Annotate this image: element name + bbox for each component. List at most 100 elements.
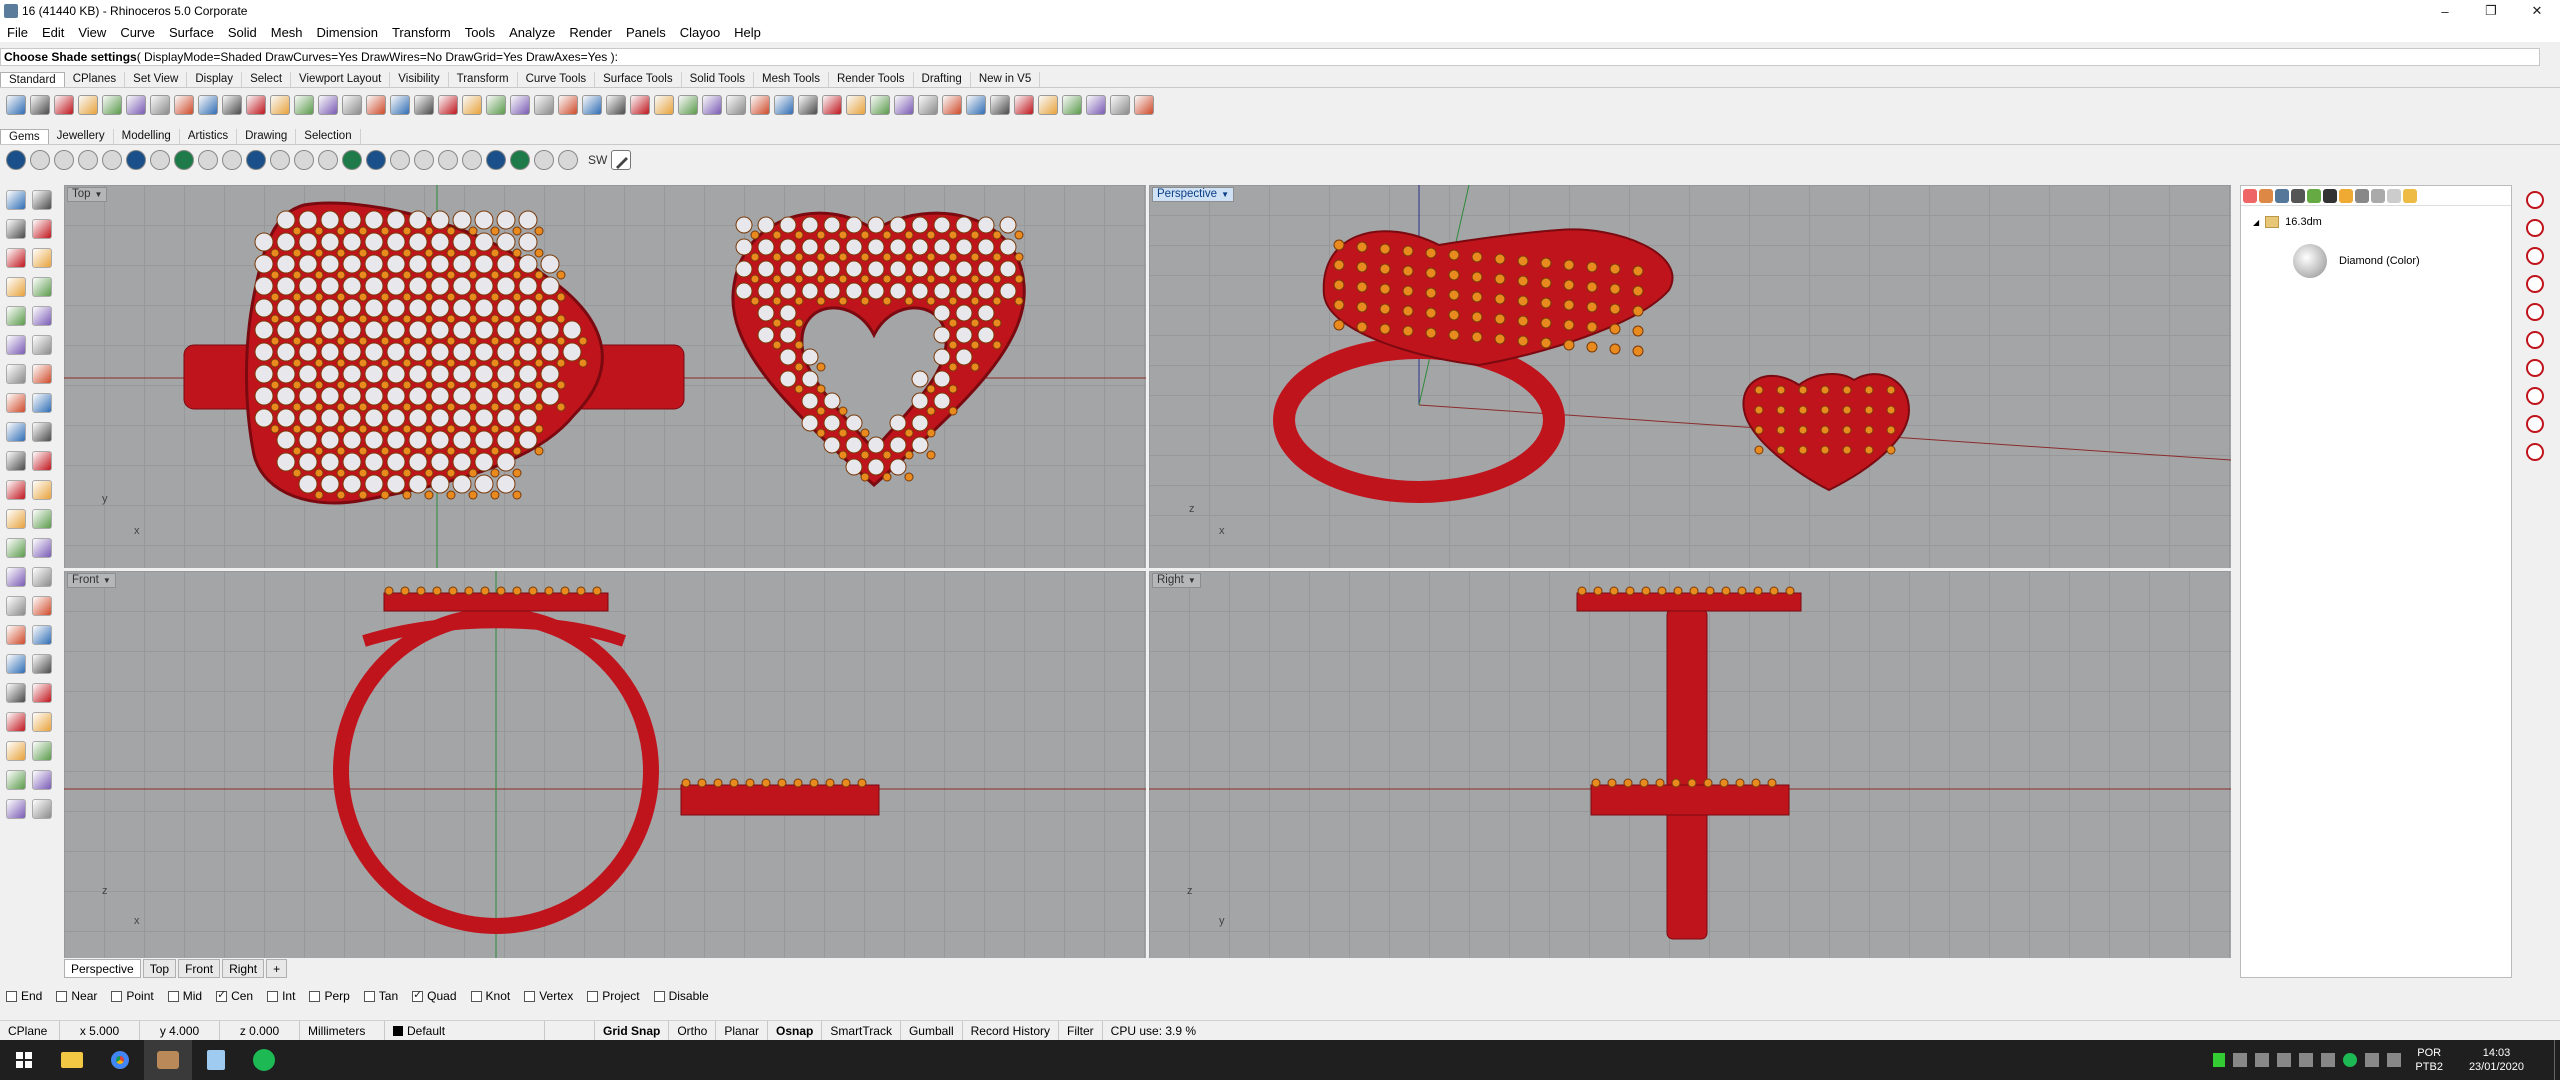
view-tab-perspective[interactable]: Perspective [64, 958, 141, 978]
toolbar-tool-icon[interactable] [270, 95, 290, 115]
toolbar-tool-icon[interactable] [198, 95, 218, 115]
gem-tool-icon[interactable] [54, 150, 74, 170]
osnap-checkbox[interactable] [216, 988, 228, 1002]
ring-tool-icon[interactable] [2526, 303, 2544, 321]
tab-surface-tools[interactable]: Surface Tools [595, 72, 682, 87]
toggle-record-history[interactable]: Record History [963, 1020, 1059, 1041]
viewport-label-top[interactable]: Top ▼ [67, 187, 108, 202]
toolbar-tool-icon[interactable] [726, 95, 746, 115]
viewport-label-perspective[interactable]: Perspective ▼ [1152, 187, 1235, 202]
left-tool-icon[interactable] [6, 393, 26, 413]
menu-analyze[interactable]: Analyze [502, 25, 562, 40]
pencil-icon[interactable] [611, 150, 632, 170]
left-tool-icon[interactable] [6, 741, 26, 761]
left-tool-icon[interactable] [6, 770, 26, 790]
osnap-tan[interactable]: Tan [363, 989, 398, 1003]
gem-tool-icon[interactable] [102, 150, 122, 170]
viewport-label-right[interactable]: Right ▼ [1152, 573, 1201, 588]
notes-icon[interactable] [192, 1040, 240, 1080]
toolbar-tool-icon[interactable] [846, 95, 866, 115]
gem-tool-icon[interactable] [342, 150, 362, 170]
gem-tool-icon[interactable] [462, 150, 482, 170]
left-tool-icon[interactable] [6, 596, 26, 616]
tab-render-tools[interactable]: Render Tools [829, 72, 914, 87]
left-tool-icon[interactable] [6, 451, 26, 471]
gem-tool-icon[interactable] [246, 150, 266, 170]
toolbar-tool-icon[interactable] [414, 95, 434, 115]
osnap-cen[interactable]: Cen [216, 988, 253, 1003]
material-icon[interactable] [2387, 188, 2401, 203]
tab-set-view[interactable]: Set View [125, 72, 188, 87]
toggle-grid-snap[interactable]: Grid Snap [595, 1020, 670, 1041]
osnap-point[interactable]: Point [111, 989, 154, 1003]
view-tab-right[interactable]: Right [222, 958, 265, 978]
osnap-disable[interactable]: Disable [653, 989, 709, 1003]
viewport-front[interactable]: Front ▼ z x [64, 571, 1146, 958]
ring-tool-icon[interactable] [2526, 443, 2544, 461]
osnap-checkbox[interactable] [470, 990, 482, 1002]
tab-transform[interactable]: Transform [449, 72, 518, 87]
gem-tool-icon[interactable] [486, 150, 506, 170]
gem-tool-icon[interactable] [30, 150, 50, 170]
left-tool-icon[interactable] [32, 277, 52, 297]
osnap-checkbox[interactable] [524, 990, 536, 1002]
osnap-quad[interactable]: Quad [412, 988, 457, 1003]
ring-tool-icon[interactable] [2526, 275, 2544, 293]
menu-view[interactable]: View [71, 25, 113, 40]
toolbar-tool-icon[interactable] [318, 95, 338, 115]
left-tool-icon[interactable] [6, 480, 26, 500]
toolbar-tool-icon[interactable] [990, 95, 1010, 115]
left-tool-icon[interactable] [32, 219, 52, 239]
left-tool-icon[interactable] [6, 219, 26, 239]
left-tool-icon[interactable] [32, 393, 52, 413]
toolbar-tool-icon[interactable] [486, 95, 506, 115]
toolbar-tool-icon[interactable] [774, 95, 794, 115]
toolbar-tool-icon[interactable] [246, 95, 266, 115]
toolbar-tool-icon[interactable] [102, 95, 122, 115]
tab-mesh-tools[interactable]: Mesh Tools [754, 72, 829, 87]
volume-icon[interactable] [2387, 1053, 2402, 1067]
tray-icon[interactable] [2299, 1053, 2314, 1067]
toolbar-tool-icon[interactable] [1038, 95, 1058, 115]
collapse-icon[interactable]: ◢ [2253, 218, 2259, 227]
network-icon[interactable] [2365, 1053, 2380, 1067]
material-icon[interactable] [2355, 188, 2369, 203]
tab-drawing[interactable]: Drawing [237, 129, 297, 144]
tab-standard[interactable]: Standard [0, 72, 65, 87]
tab-drafting[interactable]: Drafting [914, 72, 971, 87]
left-tool-icon[interactable] [32, 625, 52, 645]
toolbar-tool-icon[interactable] [54, 95, 74, 115]
toolbar-tool-icon[interactable] [654, 95, 674, 115]
material-icon[interactable] [2275, 188, 2289, 203]
gem-tool-icon[interactable] [222, 150, 242, 170]
toolbar-tool-icon[interactable] [30, 95, 50, 115]
material-icon[interactable] [2259, 188, 2273, 203]
status-cplane[interactable]: CPlane [0, 1020, 60, 1041]
input-language[interactable]: POR PTB2 [2415, 1046, 2443, 1074]
toolbar-tool-icon[interactable] [150, 95, 170, 115]
toolbar-tool-icon[interactable] [438, 95, 458, 115]
menu-solid[interactable]: Solid [221, 25, 264, 40]
osnap-int[interactable]: Int [267, 989, 295, 1003]
tray-icon[interactable] [2255, 1053, 2270, 1067]
ring-tool-icon[interactable] [2526, 191, 2544, 209]
left-tool-icon[interactable] [32, 799, 52, 819]
material-item[interactable]: Diamond (Color) [2293, 244, 2420, 278]
toolbar-tool-icon[interactable] [1110, 95, 1130, 115]
left-tool-icon[interactable] [32, 364, 52, 384]
menu-surface[interactable]: Surface [162, 25, 221, 40]
tab-display[interactable]: Display [187, 72, 243, 87]
gem-tool-icon[interactable] [414, 150, 434, 170]
toolbar-tool-icon[interactable] [1062, 95, 1082, 115]
toolbar-tool-icon[interactable] [918, 95, 938, 115]
left-tool-icon[interactable] [32, 654, 52, 674]
osnap-mid[interactable]: Mid [167, 989, 202, 1003]
left-tool-icon[interactable] [6, 422, 26, 442]
toolbar-tool-icon[interactable] [870, 95, 890, 115]
sw-button[interactable]: SW [588, 153, 607, 167]
left-tool-icon[interactable] [6, 335, 26, 355]
menu-edit[interactable]: Edit [35, 25, 71, 40]
tab-modelling[interactable]: Modelling [114, 129, 180, 144]
material-icon[interactable] [2371, 188, 2385, 203]
restore-button[interactable]: ❐ [2468, 0, 2514, 22]
